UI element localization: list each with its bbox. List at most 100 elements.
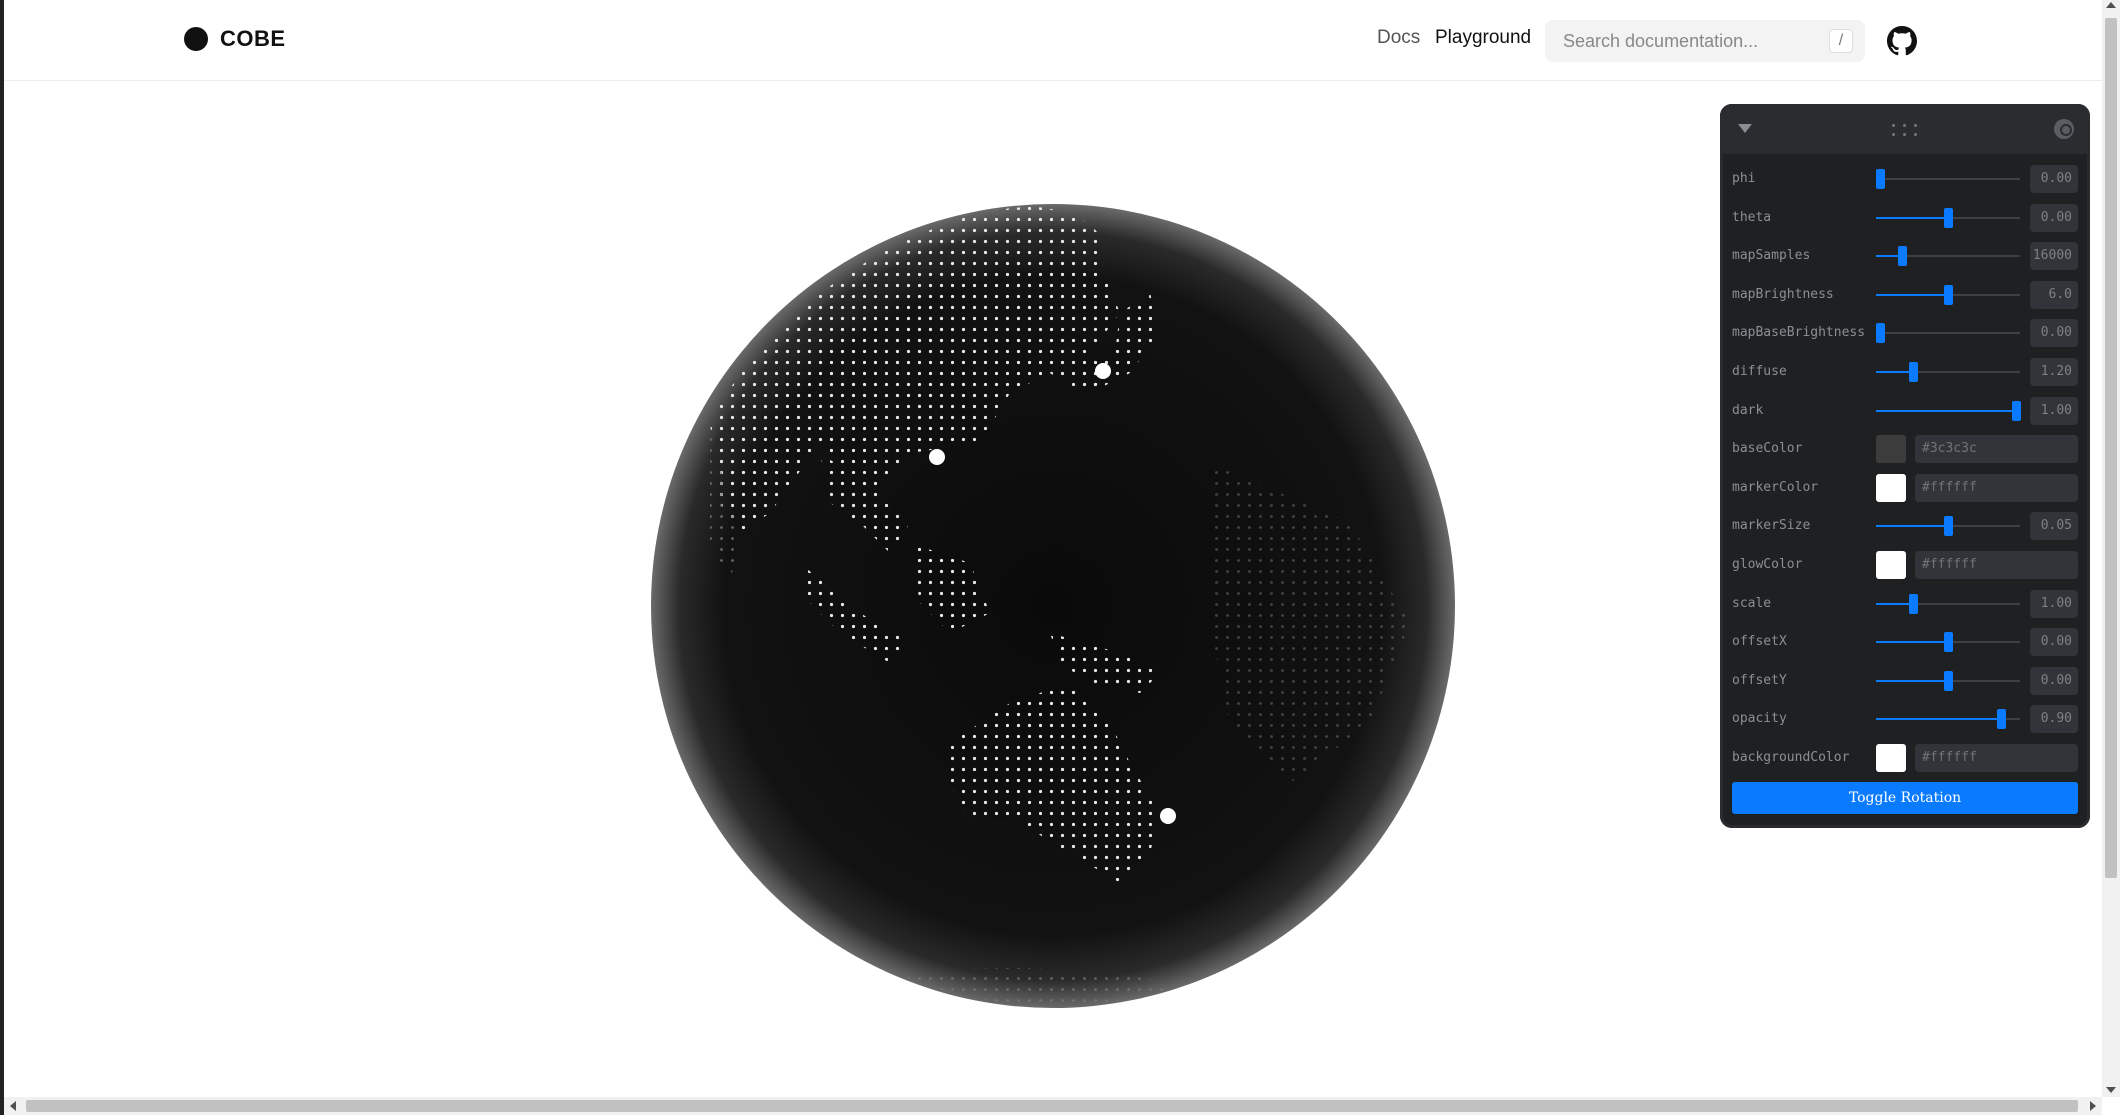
control-row-mapBaseBrightness: mapBaseBrightness 0.00 (1720, 316, 2090, 350)
markerColor-hex-input[interactable]: #ffffff (1915, 473, 2078, 502)
control-label: baseColor (1732, 441, 1803, 457)
baseColor-swatch[interactable] (1876, 435, 1906, 464)
slider-fill (1876, 409, 2016, 412)
backgroundColor-hex-input[interactable]: #ffffff (1915, 744, 2078, 772)
control-row-glowColor: glowColor #ffffff (1720, 548, 2090, 582)
control-row-diffuse: diffuse 1.20 (1720, 355, 2090, 389)
scale-slider[interactable] (1876, 593, 2020, 614)
slider-thumb[interactable] (1876, 169, 1886, 189)
slider-thumb[interactable] (1909, 362, 1919, 382)
github-icon[interactable] (1887, 26, 1917, 56)
offsetY-value-input[interactable]: 0.00 (2030, 666, 2078, 695)
control-label: mapSamples (1732, 248, 1811, 264)
scale-value-input[interactable]: 1.00 (2030, 589, 2078, 618)
markerColor-swatch[interactable] (1876, 473, 1906, 502)
mapSamples-value-input[interactable]: 16000 (2030, 242, 2078, 271)
diffuse-value-input[interactable]: 1.20 (2030, 358, 2078, 386)
slider-fill (1876, 293, 1948, 296)
slider-thumb[interactable] (1944, 284, 1953, 305)
slider-thumb[interactable] (1897, 246, 1907, 267)
phi-value-input[interactable]: 0.00 (2030, 165, 2078, 193)
slider-thumb[interactable] (1944, 632, 1953, 653)
control-label: backgroundColor (1732, 750, 1850, 765)
control-row-mapSamples: mapSamples 16000 (1720, 239, 2090, 273)
opacity-value-input[interactable]: 0.90 (2030, 705, 2078, 734)
marker-tokyo (1095, 363, 1111, 379)
panel-titlebar[interactable] (1720, 104, 2090, 154)
control-panel: phi 0.00 theta 0.00 mapSamples 16000 mapBright… (1720, 104, 2090, 828)
slider-thumb[interactable] (2011, 400, 2021, 421)
window-left-edge (0, 0, 4, 1115)
offsetX-slider[interactable] (1876, 632, 2020, 653)
opacity-slider[interactable] (1876, 709, 2020, 730)
mapBaseBrightness-value-input[interactable]: 0.00 (2030, 319, 2078, 348)
slider-thumb[interactable] (1944, 207, 1953, 228)
glowColor-hex-input[interactable]: #ffffff (1915, 551, 2078, 579)
control-row-dark: dark 1.00 (1720, 394, 2090, 428)
baseColor-hex-input[interactable]: #3c3c3c (1915, 435, 2078, 464)
mapSamples-slider[interactable] (1876, 246, 2020, 267)
offsetY-slider[interactable] (1876, 670, 2020, 691)
logo-dot-icon (184, 27, 208, 51)
slider-thumb[interactable] (1944, 516, 1953, 537)
slider-thumb[interactable] (1876, 323, 1886, 344)
scroll-right-arrow-icon[interactable] (2090, 1101, 2096, 1111)
slider-fill (1876, 371, 1914, 373)
markerSize-slider[interactable] (1876, 516, 2020, 537)
slider-fill (1876, 718, 2002, 721)
offsetX-value-input[interactable]: 0.00 (2030, 628, 2078, 657)
control-label: dark (1732, 402, 1764, 418)
globe (651, 204, 1455, 1008)
slider-thumb[interactable] (1944, 670, 1953, 691)
control-label: glowColor (1732, 557, 1803, 572)
nav-playground-link[interactable]: Playground (1435, 27, 1531, 49)
search-placeholder: Search documentation... (1563, 31, 1759, 51)
diffuse-slider[interactable] (1876, 362, 2020, 382)
glowColor-swatch[interactable] (1876, 551, 1906, 579)
vertical-scroll-thumb[interactable] (2105, 18, 2117, 878)
nav-docs-link[interactable]: Docs (1377, 27, 1420, 49)
control-label: offsetX (1732, 634, 1787, 650)
toggle-rotation-button[interactable]: Toggle Rotation (1732, 782, 2078, 814)
control-row-markerColor: markerColor #ffffff (1720, 471, 2090, 505)
slider-fill (1876, 602, 1914, 605)
scroll-left-arrow-icon[interactable] (10, 1101, 16, 1111)
marker-sydney (1160, 808, 1176, 824)
dark-slider[interactable] (1876, 400, 2021, 421)
control-row-phi: phi 0.00 (1720, 162, 2090, 196)
marker-hong-kong (929, 449, 945, 465)
theta-value-input[interactable]: 0.00 (2030, 203, 2078, 232)
control-row-theta: theta 0.00 (1720, 201, 2090, 235)
search-box[interactable]: Search documentation... / (1545, 20, 1865, 62)
control-row-markerSize: markerSize 0.05 (1720, 509, 2090, 543)
control-label: phi (1732, 171, 1756, 186)
scroll-up-arrow-icon[interactable] (2106, 2, 2116, 8)
backgroundColor-swatch[interactable] (1876, 744, 1906, 772)
mapBaseBrightness-slider[interactable] (1876, 323, 2020, 344)
copy-icon[interactable] (2054, 119, 2074, 139)
scroll-down-arrow-icon[interactable] (2106, 1087, 2116, 1093)
globe-canvas[interactable] (650, 203, 1456, 1009)
search-shortcut-key: / (1829, 29, 1853, 53)
collapse-triangle-icon[interactable] (1738, 124, 1752, 133)
slider-fill (1876, 641, 1948, 644)
control-label: markerSize (1732, 518, 1811, 534)
dark-value-input[interactable]: 1.00 (2030, 396, 2078, 425)
control-label: scale (1732, 595, 1772, 611)
markerSize-value-input[interactable]: 0.05 (2030, 512, 2078, 541)
control-label: mapBaseBrightness (1732, 325, 1866, 341)
phi-slider[interactable] (1876, 169, 2020, 189)
slider-thumb[interactable] (1909, 593, 1919, 614)
logo[interactable]: COBE (184, 26, 286, 52)
slider-thumb[interactable] (1997, 709, 2007, 730)
control-label: theta (1732, 209, 1772, 225)
mapBrightness-slider[interactable] (1876, 284, 2020, 305)
vertical-scrollbar[interactable] (2102, 0, 2120, 1097)
horizontal-scroll-thumb[interactable] (26, 1100, 2078, 1112)
drag-grip-icon[interactable] (1890, 122, 1920, 138)
control-label: opacity (1732, 711, 1787, 727)
horizontal-scrollbar[interactable] (4, 1097, 2102, 1115)
theta-slider[interactable] (1876, 207, 2020, 228)
mapBrightness-value-input[interactable]: 6.0 (2030, 280, 2078, 309)
slider-fill (1876, 679, 1948, 682)
